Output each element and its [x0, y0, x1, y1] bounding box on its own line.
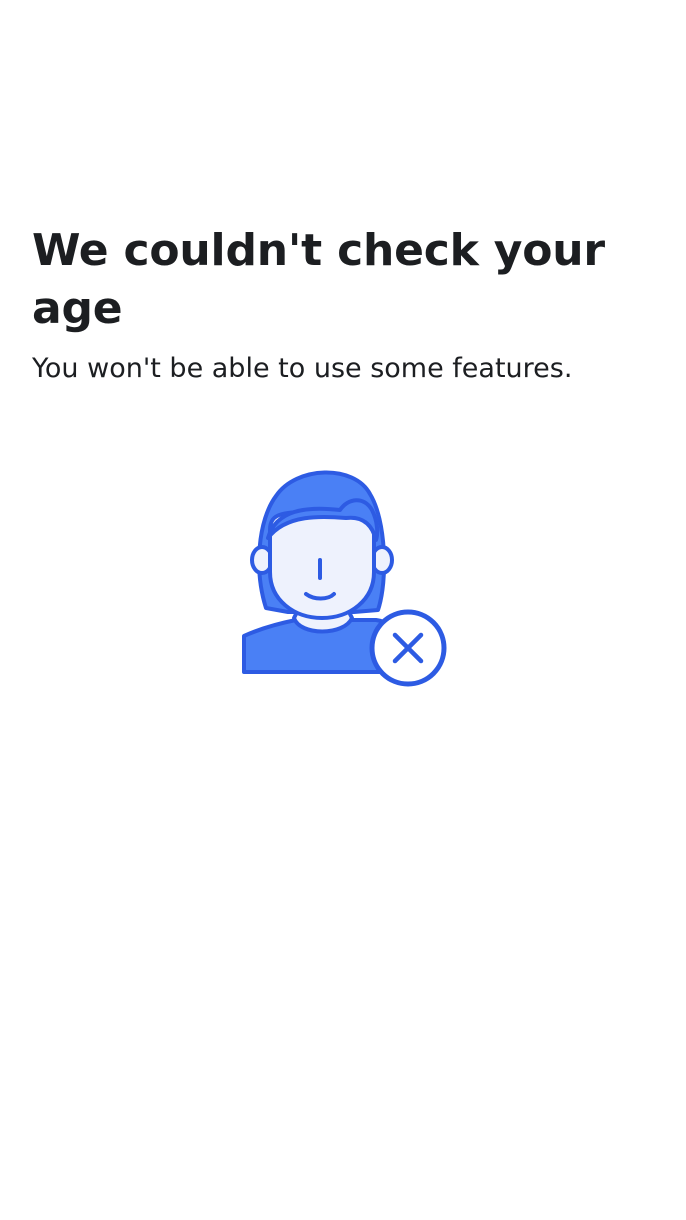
close-circle-icon [369, 609, 447, 687]
page-subtitle: You won't be able to use some features. [32, 353, 573, 384]
page-title: We couldn't check your age [32, 225, 605, 334]
main-content: We couldn't check your age You won't be … [32, 222, 654, 388]
age-check-failed-illustration [236, 460, 452, 692]
person-with-x-icon [242, 470, 447, 687]
